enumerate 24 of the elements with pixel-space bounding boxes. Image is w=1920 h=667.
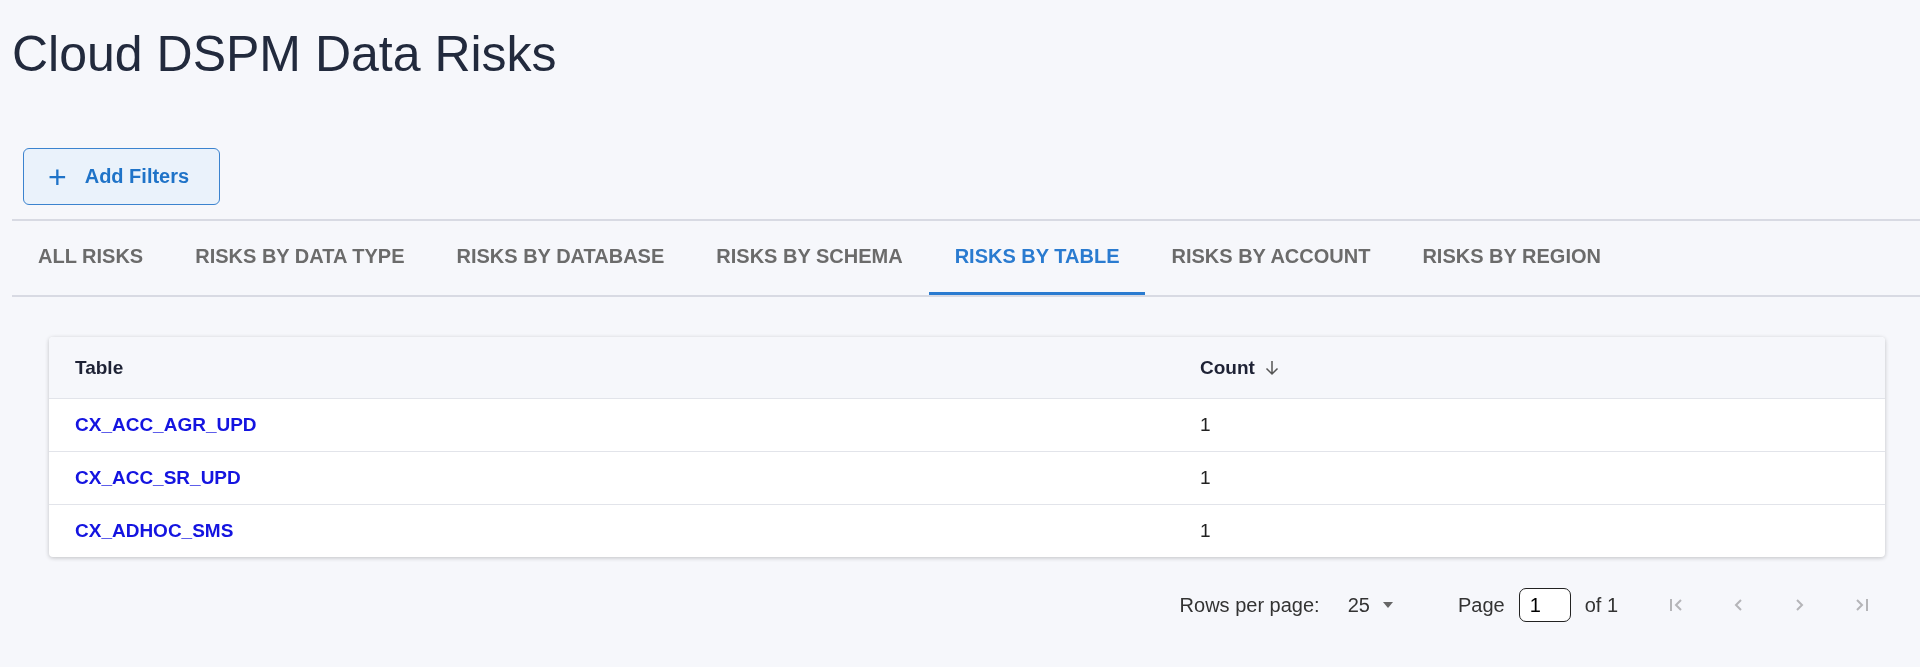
page-label: Page bbox=[1457, 593, 1505, 617]
add-filters-button[interactable]: + Add Filters bbox=[23, 148, 221, 205]
caret-icon bbox=[1381, 601, 1394, 609]
sort-down-arrow-icon bbox=[1264, 359, 1279, 376]
table-name-link[interactable]: CX_ACC_AGR_UPD bbox=[75, 414, 257, 436]
page-input[interactable]: 1 bbox=[1518, 588, 1571, 622]
rows-per-page-select[interactable]: 25 bbox=[1341, 592, 1400, 618]
count-cell: 1 bbox=[1200, 520, 1211, 542]
tab[interactable]: ALL RISKS bbox=[12, 221, 170, 295]
count-cell: 1 bbox=[1200, 467, 1211, 489]
table-name-link[interactable]: CX_ADHOC_SMS bbox=[75, 520, 234, 542]
count-cell: 1 bbox=[1200, 414, 1211, 436]
rows-per-page-label: Rows per page: bbox=[1179, 593, 1320, 617]
page-title: Cloud DSPM Data Risks bbox=[11, 25, 558, 84]
table-name-link[interactable]: CX_ACC_SR_UPD bbox=[75, 467, 241, 489]
tab[interactable]: RISKS BY DATABASE bbox=[430, 221, 691, 295]
column-header[interactable]: Count bbox=[1174, 337, 1885, 398]
tab[interactable]: RISKS BY TABLE bbox=[928, 221, 1146, 295]
page-count: of 1 bbox=[1584, 593, 1618, 617]
tab[interactable]: RISKS BY SCHEMA bbox=[690, 221, 929, 295]
tab[interactable]: RISKS BY DATA TYPE bbox=[169, 221, 431, 295]
tab[interactable]: RISKS BY REGION bbox=[1396, 221, 1627, 295]
column-header[interactable]: Table bbox=[49, 337, 1174, 398]
tab[interactable]: RISKS BY ACCOUNT bbox=[1145, 221, 1397, 295]
